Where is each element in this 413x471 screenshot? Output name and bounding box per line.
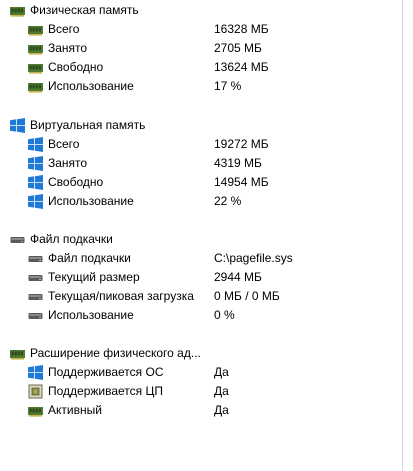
- item-label: Поддерживается ОС: [48, 365, 164, 379]
- item-label: Занято: [48, 41, 88, 55]
- item-value: Да: [214, 403, 229, 417]
- item-label: Занято: [48, 156, 88, 170]
- item-label: Поддерживается ЦП: [48, 384, 164, 398]
- item-value: 4319 МБ: [214, 156, 262, 170]
- memory-module-icon: [28, 45, 43, 55]
- windows-logo-icon: [28, 175, 43, 190]
- memory-info-panel: Физическая память Всего 16328 МБ Занято …: [0, 0, 403, 471]
- item-label: Всего: [48, 137, 80, 151]
- list-item[interactable]: Использование 0 %: [28, 306, 398, 325]
- windows-logo-icon: [10, 118, 25, 133]
- item-value: 2944 МБ: [214, 270, 262, 284]
- item-value: 17 %: [214, 79, 242, 93]
- list-item[interactable]: Использование 22 %: [28, 192, 398, 211]
- windows-logo-icon: [28, 156, 43, 171]
- item-value: 0 %: [214, 308, 235, 322]
- item-value: C:\pagefile.sys: [214, 251, 293, 265]
- list-item[interactable]: Файл подкачки C:\pagefile.sys: [28, 249, 398, 268]
- drive-icon: [28, 275, 43, 281]
- section-title: Виртуальная память: [30, 118, 146, 132]
- list-item[interactable]: Занято 4319 МБ: [28, 154, 398, 173]
- drive-icon: [28, 256, 43, 262]
- list-item[interactable]: Свободно 14954 МБ: [28, 173, 398, 192]
- drive-icon: [10, 237, 25, 243]
- item-value: 16328 МБ: [214, 22, 269, 36]
- panel-divider: [402, 0, 403, 471]
- item-value: Да: [214, 384, 229, 398]
- item-label: Свободно: [48, 60, 104, 74]
- item-label: Текущий размер: [48, 270, 140, 284]
- memory-module-icon: [28, 407, 43, 417]
- list-item[interactable]: Использование 17 %: [28, 77, 398, 96]
- item-value: Да: [214, 365, 229, 379]
- windows-logo-icon: [28, 137, 43, 152]
- section-title: Физическая память: [30, 3, 139, 17]
- item-label: Всего: [48, 22, 80, 36]
- item-label: Файл подкачки: [48, 251, 131, 265]
- item-label: Активный: [48, 403, 102, 417]
- item-label: Использование: [48, 79, 134, 93]
- item-label: Свободно: [48, 175, 104, 189]
- drive-icon: [28, 313, 43, 319]
- list-item[interactable]: Текущий размер 2944 МБ: [28, 268, 398, 287]
- windows-logo-icon: [28, 194, 43, 209]
- item-value: 13624 МБ: [214, 60, 269, 74]
- list-item[interactable]: Занято 2705 МБ: [28, 39, 398, 58]
- memory-module-icon: [28, 26, 43, 36]
- section-title: Расширение физического ад...: [30, 346, 201, 360]
- memory-module-icon: [10, 350, 25, 360]
- item-value: 2705 МБ: [214, 41, 262, 55]
- memory-module-icon: [28, 83, 43, 93]
- item-label: Текущая/пиковая загрузка: [48, 289, 194, 303]
- windows-logo-icon: [28, 365, 43, 380]
- item-value: 22 %: [214, 194, 242, 208]
- item-value: 14954 МБ: [214, 175, 269, 189]
- memory-module-icon: [10, 7, 25, 17]
- list-item[interactable]: Поддерживается ОС Да: [28, 363, 398, 382]
- item-value: 19272 МБ: [214, 137, 269, 151]
- list-item[interactable]: Всего 16328 МБ: [28, 20, 398, 39]
- item-label: Использование: [48, 308, 134, 322]
- list-item[interactable]: Активный Да: [28, 401, 398, 420]
- list-item[interactable]: Текущая/пиковая загрузка 0 МБ / 0 МБ: [28, 287, 398, 306]
- item-value: 0 МБ / 0 МБ: [214, 289, 280, 303]
- list-item[interactable]: Поддерживается ЦП Да: [28, 382, 398, 401]
- section-title: Файл подкачки: [30, 232, 113, 246]
- drive-icon: [28, 294, 43, 300]
- list-item[interactable]: Свободно 13624 МБ: [28, 58, 398, 77]
- cpu-chip-icon: [28, 384, 43, 399]
- item-label: Использование: [48, 194, 134, 208]
- list-item[interactable]: Всего 19272 МБ: [28, 135, 398, 154]
- memory-module-icon: [28, 64, 43, 74]
